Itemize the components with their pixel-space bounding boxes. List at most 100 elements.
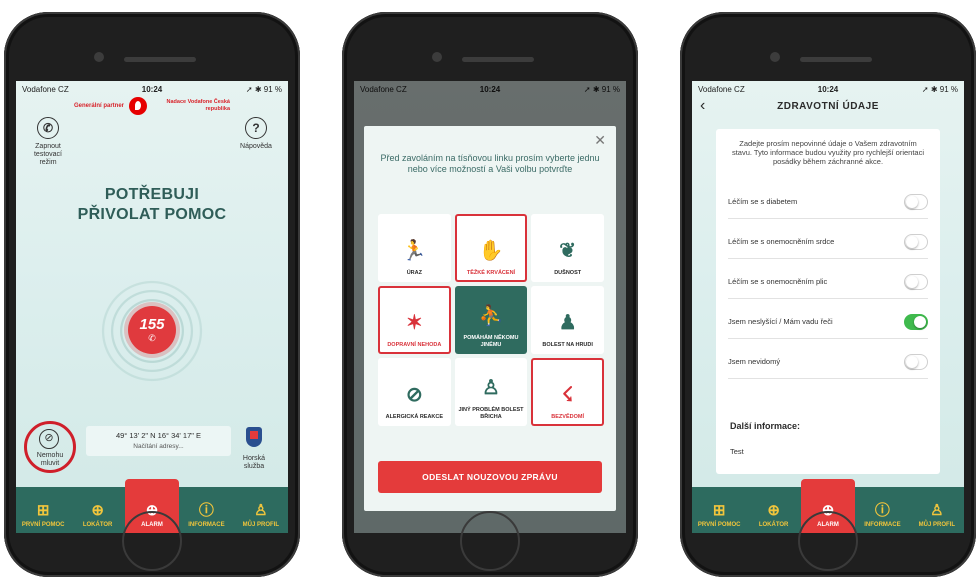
home-button [122, 511, 182, 571]
cannot-speak-label[interactable]: Nemohu mluvit [28, 452, 72, 468]
tab-locator[interactable]: ⊕ LOKÁTOR [70, 487, 124, 533]
deaf-toggle[interactable] [904, 313, 928, 330]
row-diabetes: Léčím se s diabetem [728, 185, 928, 219]
row-heart: Léčím se s onemocněním srdce [728, 225, 928, 259]
option-other-problem[interactable]: ♙ JINÝ PROBLÉM BOLEST BŘICHA [454, 358, 528, 426]
option-helping-other[interactable]: ⛹ POMÁHÁM NĚKOMU JINÉMU [454, 286, 528, 354]
tab-info[interactable]: ⓘ INFORMACE [179, 487, 233, 533]
option-label: JINÝ PROBLÉM BOLEST BŘICHA [458, 407, 524, 420]
row-lungs: Léčím se s onemocněním plic [728, 265, 928, 299]
more-info-field[interactable]: Test [730, 447, 744, 456]
tab-profile[interactable]: ♙ MŮJ PROFIL [234, 487, 288, 533]
row-label: Jsem nevidomý [728, 357, 781, 366]
tab-first-aid[interactable]: ⊞ PRVNÍ POMOC [692, 487, 746, 533]
clock: 10:24 [817, 84, 839, 94]
battery-level: 91 % [263, 84, 283, 94]
intro-text: Zadejte prosím nepovinné údaje o Vašem z… [731, 139, 925, 166]
chest-pain-icon: ♟ [558, 311, 577, 334]
accident-icon: ✶ [405, 311, 423, 334]
partner-label: Generální partner [74, 103, 125, 109]
earpiece [462, 57, 534, 62]
crosshair-icon: ⊕ [767, 502, 780, 519]
send-emergency-button[interactable]: ODESLAT NOUZOVOU ZPRÁVU [378, 461, 602, 493]
fall-icon: 🏃 [401, 239, 427, 262]
earpiece [800, 57, 872, 62]
close-icon[interactable]: ✕ [594, 132, 606, 149]
option-traffic-accident[interactable]: ✶ DOPRAVNÍ NEHODA [378, 286, 451, 354]
front-camera [770, 52, 780, 62]
carrier: Vodafone CZ [698, 84, 745, 94]
lungs-toggle[interactable] [904, 273, 928, 290]
vodafone-logo-icon [129, 97, 148, 115]
phone-symptom-picker: Vodafone CZ 10:24 ➚ ✱ 91 % ✕ Před zavolá… [342, 12, 638, 577]
location-box: 49° 13' 2" N 16° 34' 17" E Načítání adre… [86, 426, 231, 456]
option-allergy[interactable]: ⊘ ALERGICKÁ REAKCE [378, 358, 451, 426]
row-label: Léčím se s onemocněním plic [728, 277, 828, 286]
coordinates: 49° 13' 2" N 16° 34' 17" E [115, 431, 202, 440]
more-info-heading: Další informace: [730, 421, 801, 431]
option-label: BOLEST NA HRUDI [542, 341, 593, 348]
option-label: BEZVĚDOMÍ [551, 413, 584, 420]
tab-first-aid[interactable]: ⊞ PRVNÍ POMOC [16, 487, 70, 533]
mountain-service-label[interactable]: Horská služba [234, 455, 274, 471]
partner-banner: Generální partner Nadace Vodafone Česká … [74, 95, 230, 117]
option-label: POMÁHÁM NĚKOMU JINÉMU [463, 335, 519, 348]
option-injury[interactable]: 🏃 ÚRAZ [378, 214, 451, 282]
blind-toggle[interactable] [904, 353, 928, 370]
title-line-2: PŘIVOLAT POMOC [77, 206, 227, 223]
helper-icon: ⛹ [478, 305, 504, 327]
option-heavy-bleeding[interactable]: ✋ TĚŽKÉ KRVÁCENÍ [454, 214, 528, 282]
tab-locator[interactable]: ⊕ LOKÁTOR [746, 487, 800, 533]
front-camera [432, 52, 442, 62]
option-breathlessness[interactable]: ❦ DUŠNOST [531, 214, 604, 282]
battery-level: 91 % [939, 84, 959, 94]
row-label: Jsem neslyšící / Mám vadu řeči [728, 317, 833, 326]
option-label: TĚŽKÉ KRVÁCENÍ [466, 269, 516, 276]
screen-alarm: Vodafone CZ 10:24 ➚ ✱ 91 % ✆ Zapnout tes… [16, 81, 288, 533]
carrier: Vodafone CZ [22, 84, 69, 94]
page-title: ZDRAVOTNÍ ÚDAJE [777, 101, 879, 112]
emergency-call-button[interactable]: 155 ✆ [128, 306, 176, 354]
tab-label: INFORMACE [864, 522, 901, 528]
option-label: DOPRAVNÍ NEHODA [387, 341, 442, 348]
info-icon: ⓘ [874, 502, 890, 519]
symptom-grid: 🏃 ÚRAZ ✋ TĚŽKÉ KRVÁCENÍ ❦ DUŠNOST ✶ DOPRAVNÍ… [378, 214, 604, 426]
title-line-1: POTŘEBUJI [104, 186, 200, 203]
clock: 10:24 [141, 84, 163, 94]
health-panel: Zadejte prosím nepovinné údaje o Vašem z… [716, 129, 940, 474]
battery: ➚ ✱ 91 % [921, 84, 959, 94]
option-chest-pain[interactable]: ♟ BOLEST NA HRUDI [531, 286, 604, 354]
modal-prompt: Před zavoláním na tísňovou linku prosím … [380, 153, 600, 174]
phone-home-screen: Vodafone CZ 10:24 ➚ ✱ 91 % ✆ Zapnout tes… [4, 12, 300, 577]
row-blind: Jsem nevidomý [728, 345, 928, 379]
row-label: Léčím se s diabetem [728, 197, 798, 206]
symptom-modal: ✕ Před zavoláním na tísňovou linku prosí… [364, 126, 616, 511]
crosshair-icon: ⊕ [91, 502, 104, 519]
tab-label: PRVNÍ POMOC [21, 522, 65, 528]
option-label: ALERGICKÁ REAKCE [385, 413, 444, 420]
row-deaf: Jsem neslyšící / Mám vadu řeči [728, 305, 928, 339]
info-icon: ⓘ [198, 502, 214, 519]
test-mode-label[interactable]: Zapnout testovací režim [26, 143, 70, 167]
home-button [460, 511, 520, 571]
cannot-speak-icon[interactable]: ⊘ [39, 429, 59, 449]
help-icon[interactable]: ? [245, 117, 267, 139]
tab-profile[interactable]: ♙ MŮJ PROFIL [910, 487, 964, 533]
diabetes-toggle[interactable] [904, 193, 928, 210]
person-icon: ♙ [930, 502, 944, 519]
bleeding-icon: ✋ [478, 239, 504, 262]
mountain-service-icon[interactable] [246, 427, 262, 447]
test-mode-icon[interactable]: ✆ [37, 117, 59, 139]
tab-label: LOKÁTOR [82, 522, 113, 528]
status-bar: Vodafone CZ 10:24 ➚ ✱ 91 % [692, 81, 964, 97]
abdominal-pain-icon: ♙ [482, 377, 500, 399]
help-label[interactable]: Nápověda [232, 143, 280, 151]
front-camera [94, 52, 104, 62]
partner-org: Nadace Vodafone Česká republika [166, 99, 230, 112]
option-unconscious[interactable]: ☇ BEZVĚDOMÍ [531, 358, 604, 426]
earpiece [124, 57, 196, 62]
screen-symptoms: Vodafone CZ 10:24 ➚ ✱ 91 % ✕ Před zavolá… [354, 81, 626, 533]
address-status: Načítání adresy... [133, 443, 184, 450]
heart-toggle[interactable] [904, 233, 928, 250]
tab-info[interactable]: ⓘ INFORMACE [855, 487, 909, 533]
